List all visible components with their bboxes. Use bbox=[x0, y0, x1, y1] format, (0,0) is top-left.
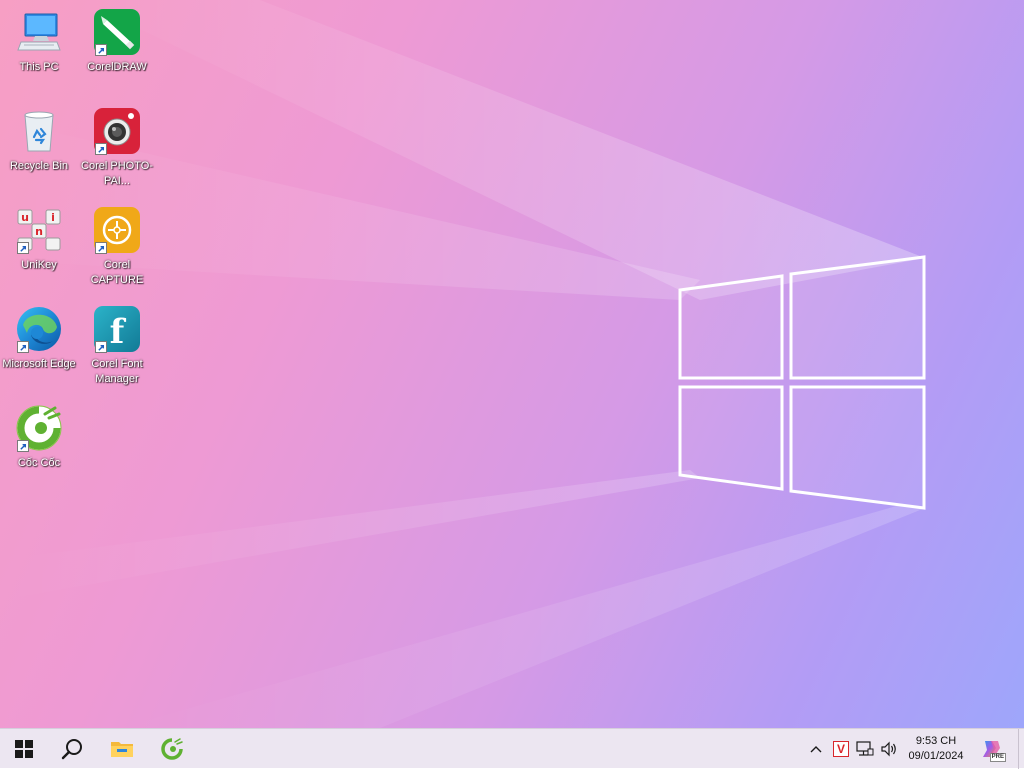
show-hidden-icons-button[interactable] bbox=[806, 729, 826, 769]
desktop-icon-this-pc[interactable]: This PC bbox=[1, 8, 77, 75]
edge-icon bbox=[15, 305, 63, 353]
logo-pane-bottom-left bbox=[678, 385, 784, 491]
logo-pane-top-left bbox=[678, 274, 784, 380]
logo-pane-top-right bbox=[789, 255, 926, 380]
svg-text:n: n bbox=[35, 225, 43, 238]
unikey-indicator: V bbox=[833, 741, 849, 757]
start-button[interactable] bbox=[0, 729, 48, 769]
shortcut-arrow-icon bbox=[17, 440, 29, 452]
coccoc-icon bbox=[161, 738, 183, 760]
desktop-icon-label: CorelDRAW bbox=[87, 61, 147, 73]
desktop-icon-corel-font-manager[interactable]: f Corel Font Manager bbox=[79, 305, 155, 387]
desktop-icon-coc-coc[interactable]: Cốc Cốc bbox=[1, 404, 77, 471]
copilot-icon: PRE bbox=[980, 738, 1006, 762]
volume-tray-button[interactable] bbox=[878, 729, 900, 769]
desktop-icon-label: Corel PHOTO-PAI... bbox=[81, 160, 153, 187]
volume-icon bbox=[881, 741, 896, 757]
computer-icon bbox=[15, 8, 63, 56]
desktop-icon-corel-capture[interactable]: Corel CAPTURE bbox=[79, 206, 155, 288]
shortcut-arrow-icon bbox=[95, 44, 107, 56]
shortcut-arrow-icon bbox=[95, 143, 107, 155]
shortcut-arrow-icon bbox=[17, 341, 29, 353]
font-manager-icon: f bbox=[93, 305, 141, 353]
logo-pane-bottom-right bbox=[789, 385, 926, 510]
network-tray-button[interactable] bbox=[854, 729, 876, 769]
copilot-badge: PRE bbox=[989, 753, 1006, 762]
desktop-icon-recycle-bin[interactable]: Recycle Bin bbox=[1, 107, 77, 174]
shortcut-arrow-icon bbox=[95, 341, 107, 353]
folder-icon bbox=[111, 742, 133, 757]
desktop-icon-unikey[interactable]: u i n UniKey bbox=[1, 206, 77, 273]
clock-date: 09/01/2024 bbox=[908, 750, 964, 762]
desktop-icon-coreldraw[interactable]: CorelDRAW bbox=[79, 8, 155, 75]
desktop-icon-label: Corel CAPTURE bbox=[90, 259, 144, 286]
photo-paint-icon bbox=[93, 107, 141, 155]
network-icon bbox=[856, 741, 874, 756]
svg-text:u: u bbox=[21, 211, 29, 224]
unikey-icon: u i n bbox=[15, 206, 63, 254]
windows-start-icon bbox=[15, 740, 33, 758]
desktop-icon-label: Microsoft Edge bbox=[2, 358, 76, 370]
svg-text:f: f bbox=[110, 312, 127, 352]
chevron-up-icon bbox=[810, 746, 822, 753]
desktop-icon-corel-photo-paint[interactable]: Corel PHOTO-PAI... bbox=[79, 107, 155, 189]
coccoc-icon bbox=[15, 404, 63, 452]
coreldraw-icon bbox=[93, 8, 141, 56]
desktop-icon-label: Cốc Cốc bbox=[17, 457, 61, 469]
shortcut-arrow-icon bbox=[95, 242, 107, 254]
desktop-icon-label: Recycle Bin bbox=[9, 160, 69, 172]
show-desktop-button[interactable] bbox=[1018, 729, 1024, 769]
taskbar-clock[interactable]: 9:53 CH 09/01/2024 bbox=[900, 731, 972, 767]
capture-icon bbox=[93, 206, 141, 254]
copilot-button[interactable]: PRE bbox=[976, 729, 1006, 769]
svg-text:i: i bbox=[51, 211, 55, 224]
desktop-icon-label: This PC bbox=[19, 61, 59, 73]
coccoc-taskbar-button[interactable] bbox=[148, 729, 196, 769]
desktop-wallpaper: This PC CorelDRAW Recycle Bin Corel PHOT… bbox=[0, 0, 1024, 728]
unikey-tray-button[interactable]: V bbox=[830, 729, 852, 769]
desktop-icon-label: UniKey bbox=[21, 259, 57, 271]
search-button[interactable] bbox=[48, 729, 96, 769]
search-icon bbox=[61, 739, 82, 760]
file-explorer-button[interactable] bbox=[98, 729, 146, 769]
desktop-icon-microsoft-edge[interactable]: Microsoft Edge bbox=[1, 305, 77, 372]
recycle-bin-icon bbox=[15, 107, 63, 155]
light-beam bbox=[0, 470, 700, 600]
clock-time: 9:53 CH bbox=[915, 735, 957, 747]
shortcut-arrow-icon bbox=[17, 242, 29, 254]
taskbar: V 9:53 CH 09/01/2024 PRE bbox=[0, 728, 1024, 769]
desktop-icon-label: Corel Font Manager bbox=[91, 358, 143, 385]
